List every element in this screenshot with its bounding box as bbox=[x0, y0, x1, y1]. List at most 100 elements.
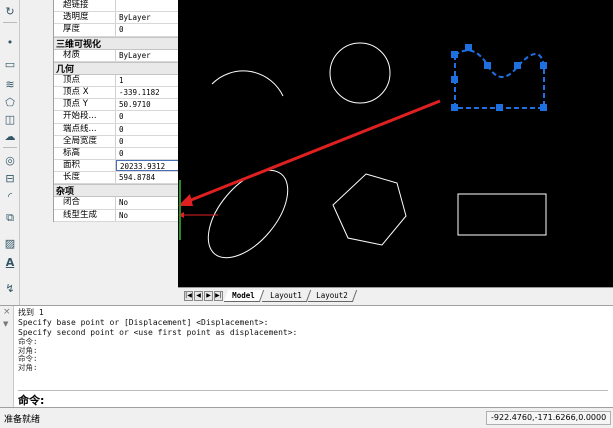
prop-row-linetype-gen[interactable]: 线型生成 No bbox=[54, 209, 193, 222]
next-tab-icon[interactable]: ▶ bbox=[204, 290, 213, 301]
grip-point[interactable] bbox=[484, 62, 491, 69]
prop-label: 线型生成 bbox=[54, 209, 116, 221]
prop-label: 顶点 bbox=[54, 74, 116, 86]
last-tab-icon[interactable]: ▶| bbox=[214, 290, 223, 301]
history-line: 找到 1 bbox=[18, 308, 44, 317]
history-line: 命令: bbox=[18, 337, 38, 346]
prop-row-vertex[interactable]: 顶点 1 bbox=[54, 74, 193, 87]
history-line: Specify second point or <use first point… bbox=[18, 328, 298, 337]
prop-row-area[interactable]: 面积 20233.9312 bbox=[54, 160, 193, 173]
grip-point[interactable] bbox=[451, 104, 458, 111]
prop-label: 全局宽度 bbox=[54, 135, 116, 147]
grip-point[interactable] bbox=[496, 104, 503, 111]
ellipse-entity[interactable] bbox=[193, 156, 303, 272]
properties-panel: 超链接 透明度 ByLayer 厚度 0 三维可视化 ▲ 材质 ByLayer … bbox=[20, 0, 193, 305]
category-geometry[interactable]: 几何 ▲ bbox=[54, 61, 193, 75]
grip-point[interactable] bbox=[540, 104, 547, 111]
prop-label: 长度 bbox=[54, 172, 116, 184]
tab-layout2[interactable]: Layout2 bbox=[308, 289, 357, 302]
block-icon[interactable]: ⧉ bbox=[2, 210, 18, 226]
grip-point[interactable] bbox=[465, 44, 472, 51]
prop-label: 顶点 Y bbox=[54, 99, 116, 111]
prop-row-start-segment[interactable]: 开始段... 0 bbox=[54, 111, 193, 124]
prop-label: 标高 bbox=[54, 147, 116, 160]
status-bar: 准备就绪 -922.4760,-171.6266,0.0000 bbox=[0, 407, 613, 428]
tab-model[interactable]: Model bbox=[223, 289, 264, 302]
circle-entity[interactable] bbox=[329, 42, 391, 104]
hexagon-entity[interactable] bbox=[332, 173, 407, 246]
toolbar-separator bbox=[3, 147, 17, 148]
command-prompt: 命令: bbox=[18, 394, 45, 407]
gradient-icon[interactable]: ▨ bbox=[2, 235, 18, 251]
grip-point[interactable] bbox=[514, 62, 521, 69]
history-line: 对角: bbox=[18, 362, 38, 372]
polygon-icon[interactable]: ⬠ bbox=[2, 94, 18, 110]
command-prompt-line: 命令: bbox=[18, 392, 465, 408]
prop-row-vertex-y[interactable]: 顶点 Y 50.9710 bbox=[54, 99, 193, 112]
prop-row-closed[interactable]: 闭合 No bbox=[54, 197, 193, 210]
circle-icon[interactable]: ◎ bbox=[2, 152, 18, 168]
hatch-icon[interactable]: ≋ bbox=[2, 76, 18, 92]
rectangle-entity[interactable] bbox=[457, 193, 547, 236]
rotate-icon[interactable]: ↻ bbox=[2, 3, 18, 19]
history-line: 命令: bbox=[18, 354, 38, 363]
selected-polyline[interactable] bbox=[454, 49, 545, 109]
close-icon[interactable]: × bbox=[3, 307, 11, 317]
prop-label: 端点线... bbox=[54, 123, 116, 135]
command-divider bbox=[18, 390, 608, 391]
history-line: 对角: bbox=[18, 345, 38, 355]
region-icon[interactable]: ◫ bbox=[2, 111, 18, 127]
prop-label: 面积 bbox=[54, 160, 116, 172]
chevron-down-icon[interactable]: ▼ bbox=[3, 320, 8, 328]
prop-row-hyperlink[interactable]: 超链接 bbox=[54, 0, 193, 13]
grip-point[interactable] bbox=[451, 76, 458, 83]
grip-point[interactable] bbox=[451, 51, 458, 58]
category-3d-visualization[interactable]: 三维可视化 ▲ bbox=[54, 36, 193, 50]
fillet-icon[interactable]: ◜ bbox=[2, 188, 18, 204]
history-line: Specify base point or [Displacement] <Di… bbox=[18, 318, 269, 327]
coordinate-readout[interactable]: -922.4760,-171.6266,0.0000 bbox=[486, 411, 611, 425]
drawing-canvas[interactable] bbox=[178, 0, 613, 287]
properties-icon[interactable]: ↯ bbox=[2, 280, 18, 296]
text-icon[interactable]: A bbox=[2, 254, 18, 270]
category-label: 几何 bbox=[56, 64, 75, 75]
prop-row-length[interactable]: 长度 594.8784 bbox=[54, 172, 193, 185]
status-text: 准备就绪 bbox=[4, 415, 41, 425]
point-icon[interactable]: • bbox=[2, 34, 18, 50]
arc-entity[interactable] bbox=[211, 70, 284, 97]
grip-point[interactable] bbox=[540, 62, 547, 69]
tab-label: Model bbox=[232, 290, 255, 300]
prop-label: 顶点 X bbox=[54, 86, 116, 99]
layout-tab-bar: |◀ ◀ ▶ ▶| Model Layout1 Layout2 bbox=[178, 287, 613, 303]
prop-row-vertex-x[interactable]: 顶点 X -339.1182 bbox=[54, 86, 193, 100]
command-history: 找到 1 Specify base point or [Displacement… bbox=[18, 308, 608, 372]
prev-tab-icon[interactable]: ◀ bbox=[194, 290, 203, 301]
prop-row-elevation[interactable]: 标高 0 bbox=[54, 147, 193, 161]
command-window: × ▼ 找到 1 Specify base point or [Displace… bbox=[0, 305, 613, 408]
category-misc[interactable]: 杂项 ▲ bbox=[54, 184, 193, 198]
revcloud-icon[interactable]: ☁ bbox=[2, 128, 18, 144]
prop-label: 透明度 bbox=[54, 12, 116, 24]
category-label: 三维可视化 bbox=[56, 39, 102, 50]
first-tab-icon[interactable]: |◀ bbox=[184, 290, 193, 301]
tab-label: Layout1 bbox=[269, 290, 302, 300]
command-input[interactable] bbox=[44, 393, 465, 407]
prop-row-global-width[interactable]: 全局宽度 0 bbox=[54, 135, 193, 148]
category-label: 杂项 bbox=[56, 187, 75, 198]
properties-grid: 超链接 透明度 ByLayer 厚度 0 三维可视化 ▲ 材质 ByLayer … bbox=[53, 0, 193, 222]
prop-row-material[interactable]: 材质 ByLayer bbox=[54, 49, 193, 62]
prop-row-thickness[interactable]: 厚度 0 bbox=[54, 24, 193, 37]
prop-row-end-segment[interactable]: 端点线... 0 bbox=[54, 123, 193, 136]
prop-label: 材质 bbox=[54, 49, 116, 61]
toolbar-separator bbox=[3, 22, 17, 23]
command-window-gutter: × ▼ bbox=[0, 306, 14, 408]
prop-label: 开始段... bbox=[54, 111, 116, 123]
prop-row-transparency[interactable]: 透明度 ByLayer bbox=[54, 12, 193, 25]
table-icon[interactable]: ⊟ bbox=[2, 170, 18, 186]
draw-toolbar: ↻ • ▭ ≋ ⬠ ◫ ☁ ◎ ⊟ ◜ ⧉ ▨ A ↯ bbox=[0, 0, 20, 305]
canvas-svg[interactable] bbox=[178, 0, 613, 287]
tab-layout1[interactable]: Layout1 bbox=[261, 289, 311, 302]
annotation-arrow bbox=[185, 99, 441, 204]
tab-label: Layout2 bbox=[316, 290, 348, 300]
rectangle-icon[interactable]: ▭ bbox=[2, 56, 18, 72]
